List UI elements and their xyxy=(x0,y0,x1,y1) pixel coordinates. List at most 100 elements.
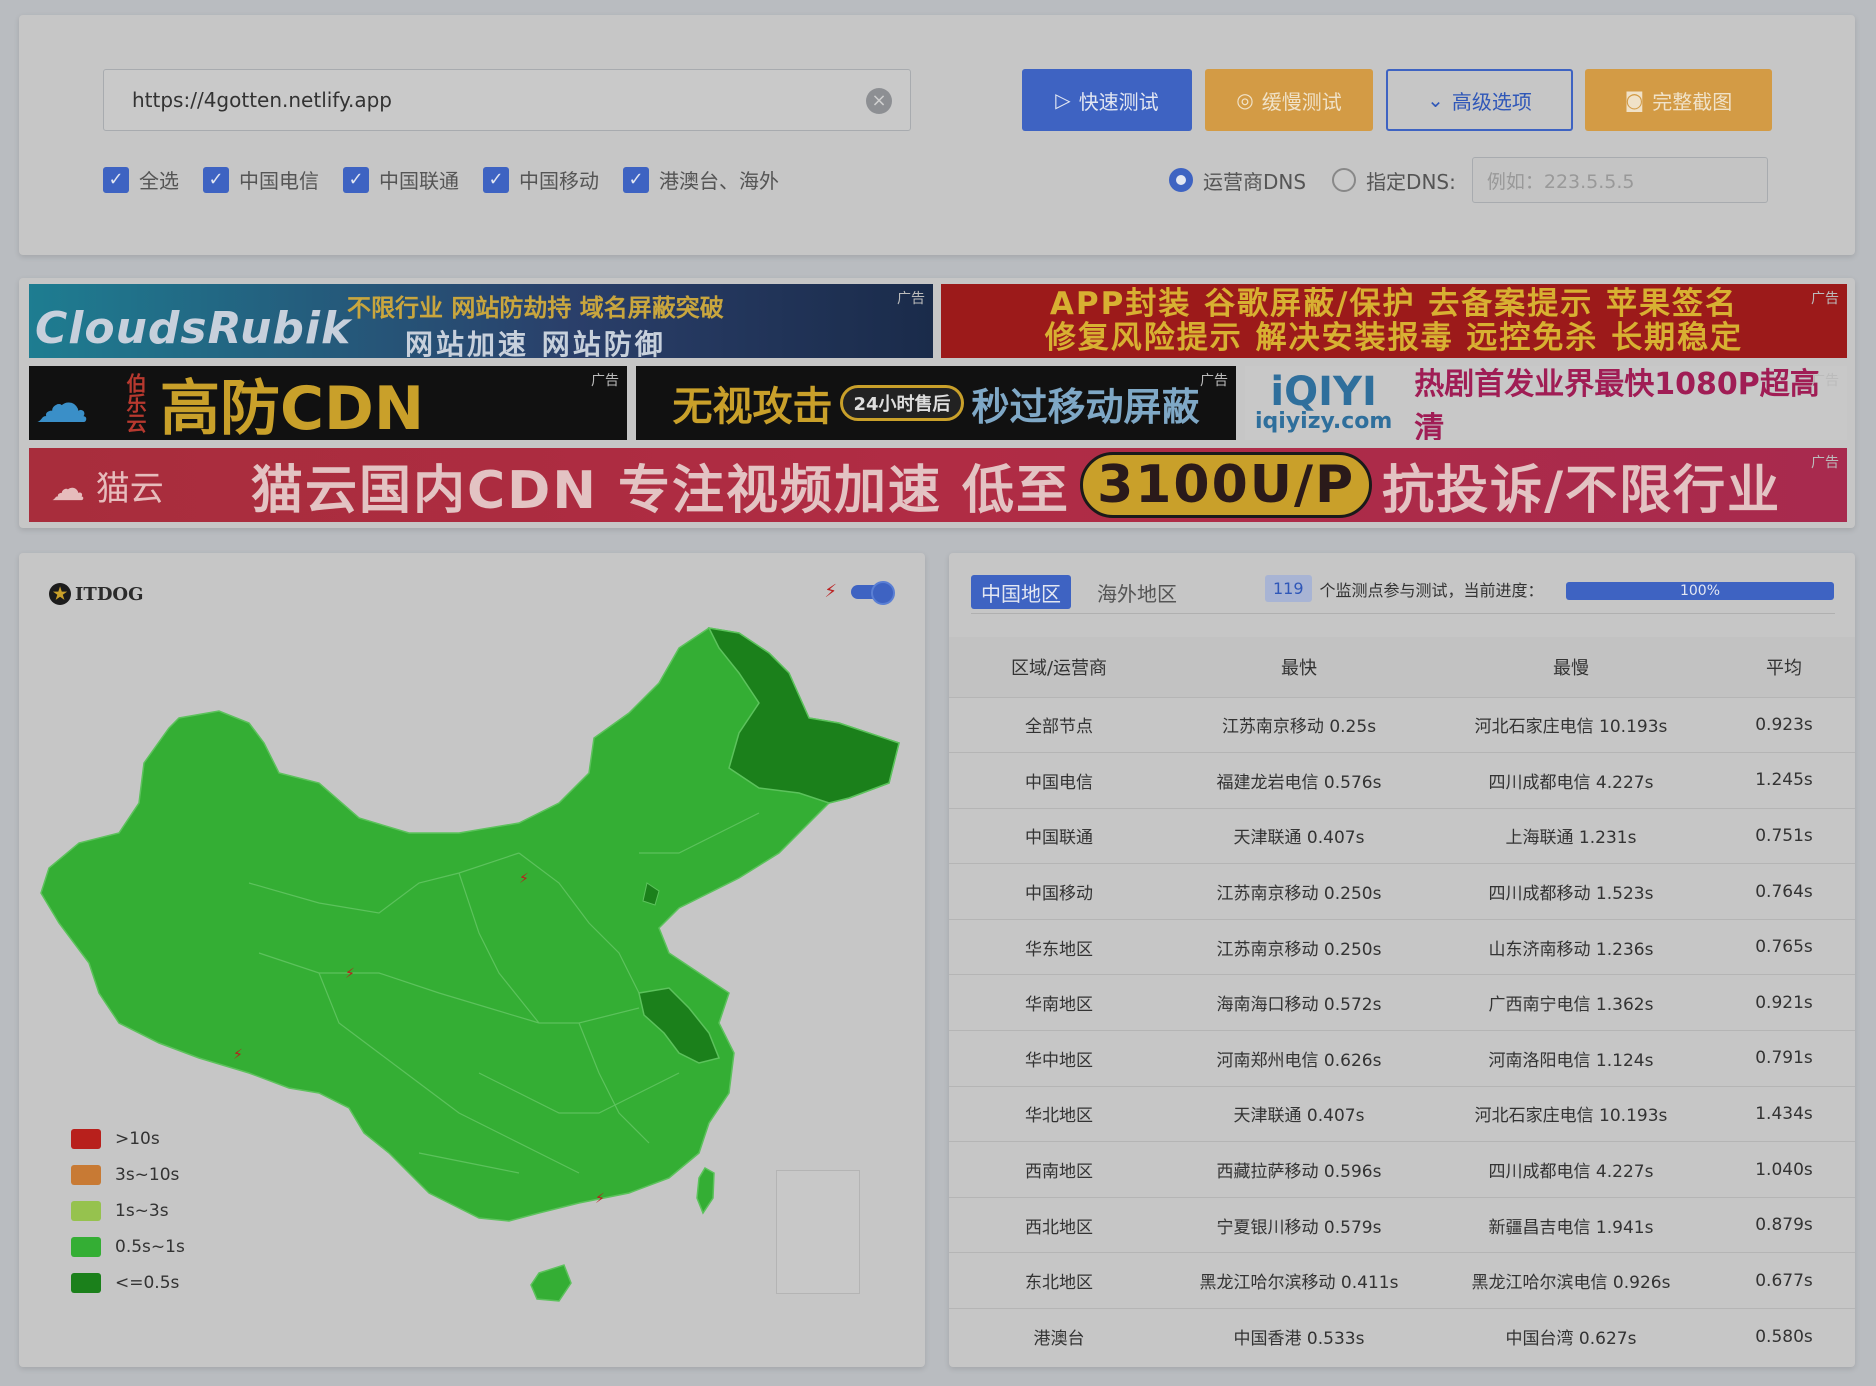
legend-swatch xyxy=(71,1201,101,1221)
taiwan-region[interactable] xyxy=(696,1166,715,1215)
table-cell: 天津联通 0.407s xyxy=(1169,807,1429,864)
column-header[interactable]: 平均 xyxy=(1713,637,1855,697)
check-all[interactable]: ✓ 全选 xyxy=(103,165,179,194)
ad-iqiyi[interactable]: iQIYI iqiyizy.com 热剧首发业界最快1080P超高清 广告 xyxy=(1245,366,1847,440)
tab-overseas[interactable]: 海外地区 xyxy=(1087,575,1187,609)
ad-brand: ☁ 猫云 xyxy=(51,461,251,510)
tab-china[interactable]: 中国地区 xyxy=(971,575,1071,609)
checkbox-checked-icon[interactable]: ✓ xyxy=(343,166,369,193)
check-unicom[interactable]: ✓ 中国联通 xyxy=(343,165,459,194)
url-input[interactable]: https://4gotten.netlify.app × xyxy=(103,69,911,131)
table-cell: 港澳台 xyxy=(949,1308,1169,1365)
radio-selected-icon[interactable] xyxy=(1169,168,1193,192)
legend-swatch xyxy=(71,1165,101,1185)
check-label: 全选 xyxy=(139,169,179,193)
table-row[interactable]: 中国电信 福建龙岩电信 0.576s 四川成都电信 4.227s 1.245s xyxy=(949,752,1855,809)
monitor-count: 119 xyxy=(1265,575,1312,602)
ad-text: 不限行业 网站防劫持 域名屏蔽突破 网站加速 网站防御 xyxy=(347,288,724,358)
region-tabs: 中国地区 海外地区 xyxy=(971,575,1187,609)
table-row[interactable]: 中国移动 江苏南京移动 0.250s 四川成都移动 1.523s 0.764s xyxy=(949,863,1855,920)
clear-icon[interactable]: × xyxy=(866,88,892,114)
table-cell: 0.764s xyxy=(1713,863,1855,920)
table-cell: 1.040s xyxy=(1713,1141,1855,1198)
column-header[interactable]: 最慢 xyxy=(1429,637,1713,697)
legend-item[interactable]: 0.5s~1s xyxy=(71,1229,185,1265)
table-cell: 广西南宁电信 1.362s xyxy=(1429,974,1713,1031)
map-controls: ⚡ xyxy=(824,580,895,605)
table-row[interactable]: 华东地区 江苏南京移动 0.250s 山东济南移动 1.236s 0.765s xyxy=(949,918,1855,975)
table-row[interactable]: 中国联通 天津联通 0.407s 上海联通 1.231s 0.751s xyxy=(949,807,1855,864)
table-row[interactable]: 西北地区 宁夏银川移动 0.579s 新疆昌吉电信 1.941s 0.879s xyxy=(949,1196,1855,1253)
ad-tag: 广告 xyxy=(1811,373,1839,389)
ad-bole-cdn[interactable]: ☁ 伯乐云 高防CDN 广告 xyxy=(29,366,627,440)
dns-radio-group: 运营商DNS 指定DNS: 例如：223.5.5.5 xyxy=(1169,157,1768,203)
table-header: 区域/运营商 最快 最慢 平均 xyxy=(949,637,1855,697)
column-header[interactable]: 最快 xyxy=(1169,637,1429,697)
table-row[interactable]: 西南地区 西藏拉萨移动 0.596s 四川成都电信 4.227s 1.040s xyxy=(949,1141,1855,1198)
table-row[interactable]: 华北地区 天津联通 0.407s 河北石家庄电信 10.193s 1.434s xyxy=(949,1085,1855,1142)
table-cell: 西藏拉萨移动 0.596s xyxy=(1169,1141,1429,1198)
table-row[interactable]: 华中地区 河南郑州电信 0.626s 河南洛阳电信 1.124s 0.791s xyxy=(949,1030,1855,1087)
table-cell: 0.765s xyxy=(1713,918,1855,975)
checkbox-checked-icon[interactable]: ✓ xyxy=(483,166,509,193)
checkbox-checked-icon[interactable]: ✓ xyxy=(203,166,229,193)
table-row[interactable]: 东北地区 黑龙江哈尔滨移动 0.411s 黑龙江哈尔滨电信 0.926s 0.677s xyxy=(949,1252,1855,1309)
check-overseas[interactable]: ✓ 港澳台、海外 xyxy=(623,165,779,194)
progress-bar-fill: 100% xyxy=(1566,582,1834,600)
legend-item[interactable]: 3s~10s xyxy=(71,1157,185,1193)
ad-tag: 广告 xyxy=(897,291,925,307)
legend-item[interactable]: 1s~3s xyxy=(71,1193,185,1229)
radio-label: 指定DNS: xyxy=(1366,169,1456,194)
isp-checkbox-group: ✓ 全选 ✓ 中国电信 ✓ 中国联通 ✓ 中国移动 ✓ 港澳台、海外 xyxy=(103,165,779,194)
slow-test-button[interactable]: ◎ 缓慢测试 xyxy=(1205,69,1373,131)
advanced-options-button[interactable]: ⌄ 高级选项 xyxy=(1386,69,1573,131)
marker-toggle[interactable] xyxy=(851,580,895,605)
table-cell: 福建龙岩电信 0.576s xyxy=(1169,752,1429,809)
ad-site: iqiyizy.com xyxy=(1255,409,1393,434)
cat-cloud-icon: ☁ xyxy=(51,468,96,509)
hainan-region[interactable] xyxy=(530,1264,572,1302)
ad-app-wrap[interactable]: APP封装 谷歌屏蔽/保护 去备案提示 苹果签名 修复风险提示 解决安装报毒 远… xyxy=(941,284,1847,358)
table-row[interactable]: 全部节点 江苏南京移动 0.25s 河北石家庄电信 10.193s 0.923s xyxy=(949,696,1855,753)
check-telecom[interactable]: ✓ 中国电信 xyxy=(203,165,319,194)
table-row[interactable]: 港澳台 中国香港 0.533s 中国台湾 0.627s 0.580s xyxy=(949,1308,1855,1365)
legend-item[interactable]: <=0.5s xyxy=(71,1265,185,1301)
ad-maoyun[interactable]: ☁ 猫云 猫云国内CDN 专注视频加速 低至 3100U/P 抗投诉/不限行业 … xyxy=(29,448,1847,522)
checkbox-checked-icon[interactable]: ✓ xyxy=(623,166,649,193)
table-cell: 河北石家庄电信 10.193s xyxy=(1429,1085,1713,1142)
column-header[interactable]: 区域/运营商 xyxy=(949,637,1169,697)
ad-banner-area: CloudsRubik 不限行业 网站防劫持 域名屏蔽突破 网站加速 网站防御 … xyxy=(19,278,1855,528)
ad-tag: 广告 xyxy=(1200,373,1228,389)
full-screenshot-button[interactable]: ◙ 完整截图 xyxy=(1585,69,1772,131)
quick-test-button[interactable]: ▷ 快速测试 xyxy=(1022,69,1192,131)
ad-line: 网站加速 网站防御 xyxy=(404,328,666,358)
table-cell: 四川成都电信 4.227s xyxy=(1429,1141,1713,1198)
legend-item[interactable]: >10s xyxy=(71,1121,185,1157)
ad-price: 3100U/P xyxy=(1080,452,1373,518)
check-mobile[interactable]: ✓ 中国移动 xyxy=(483,165,599,194)
table-cell: 华北地区 xyxy=(949,1085,1169,1142)
table-cell: 华东地区 xyxy=(949,918,1169,975)
table-cell: 东北地区 xyxy=(949,1252,1169,1309)
checkbox-checked-icon[interactable]: ✓ xyxy=(103,166,129,193)
play-icon: ▷ xyxy=(1055,88,1071,112)
ad-anti-attack[interactable]: 无视攻击 24小时售后 秒过移动屏蔽 广告 xyxy=(636,366,1236,440)
progress-bar: 100% xyxy=(1566,582,1834,600)
radio-isp-dns[interactable]: 运营商DNS xyxy=(1169,166,1306,195)
results-table: 区域/运营商 最快 最慢 平均 全部节点 江苏南京移动 0.25s 河北石家庄电信 … xyxy=(949,637,1855,1365)
table-cell: 0.751s xyxy=(1713,807,1855,864)
map-panel: ⚡ ⚡ ⚡ ⚡ ★ ITDOG ⚡ >10s 3s~10s 1s~3s 0.5s… xyxy=(19,553,925,1367)
ad-text: 猫云国内CDN 专注视频加速 低至 3100U/P 抗投诉/不限行业 xyxy=(251,448,1781,522)
table-cell: 1.245s xyxy=(1713,752,1855,809)
table-cell: 1.434s xyxy=(1713,1085,1855,1142)
table-row[interactable]: 华南地区 海南海口移动 0.572s 广西南宁电信 1.362s 0.921s xyxy=(949,974,1855,1031)
radio-custom-dns[interactable]: 指定DNS: xyxy=(1332,166,1456,195)
radio-unselected-icon[interactable] xyxy=(1332,168,1357,192)
ad-brand: 伯乐云 xyxy=(123,373,147,433)
custom-dns-input[interactable]: 例如：223.5.5.5 xyxy=(1471,157,1768,203)
url-value[interactable]: https://4gotten.netlify.app xyxy=(132,88,392,112)
ad-cloudsrubik[interactable]: CloudsRubik 不限行业 网站防劫持 域名屏蔽突破 网站加速 网站防御 … xyxy=(29,284,933,358)
table-cell: 黑龙江哈尔滨移动 0.411s xyxy=(1169,1252,1429,1309)
ad-line: 秒过移动屏蔽 xyxy=(971,384,1200,429)
camera-icon: ◙ xyxy=(1624,88,1645,112)
